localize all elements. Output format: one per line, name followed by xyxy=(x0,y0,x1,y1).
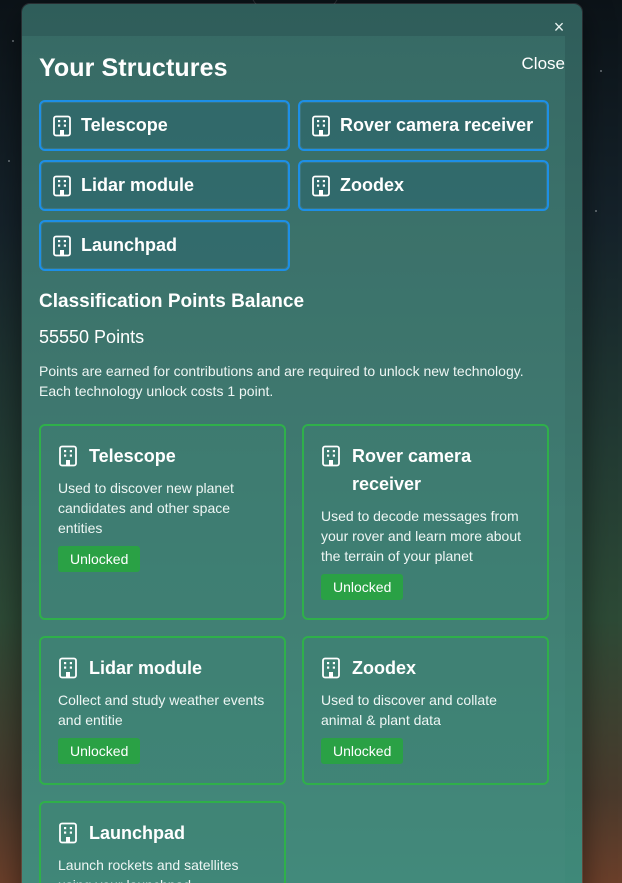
building-icon xyxy=(52,175,72,197)
unlocked-badge: Unlocked xyxy=(321,574,404,600)
building-icon xyxy=(58,445,78,467)
building-icon xyxy=(311,115,331,137)
tech-description: Used to discover new planet candidates a… xyxy=(58,480,234,536)
tech-card-rover-camera-receiver: Rover camera receiver Used to decode mes… xyxy=(302,424,549,620)
tech-description: Collect and study weather events and ent… xyxy=(58,692,265,728)
building-icon xyxy=(58,822,78,844)
tech-description: Launch rockets and satellites using your… xyxy=(58,857,239,883)
background-star xyxy=(12,40,14,42)
structure-button-lidar-module[interactable]: Lidar module xyxy=(39,160,290,211)
tech-card-launchpad: Launchpad Launch rockets and satellites … xyxy=(39,801,286,883)
tech-description: Used to decode messages from your rover … xyxy=(321,508,521,564)
tech-card-header: Lidar module xyxy=(58,654,267,682)
tech-description: Used to discover and collate animal & pl… xyxy=(321,692,497,728)
building-icon xyxy=(311,175,331,197)
background-star xyxy=(8,160,10,162)
building-icon xyxy=(52,115,72,137)
structures-list: Telescope Rover camera receiver Lidar mo… xyxy=(39,100,549,271)
tech-card-header: Zoodex xyxy=(321,654,530,682)
technology-list: Telescope Used to discover new planet ca… xyxy=(39,424,549,883)
structure-button-rover-camera-receiver[interactable]: Rover camera receiver xyxy=(298,100,549,151)
tech-card-header: Launchpad xyxy=(58,819,267,847)
balance-title: Classification Points Balance xyxy=(39,291,305,312)
close-button[interactable]: Close xyxy=(522,54,565,74)
close-icon[interactable]: × xyxy=(550,18,568,36)
tech-name: Lidar module xyxy=(89,658,203,678)
modal-panel: Your Structures Close Telescope Rover ca… xyxy=(22,36,565,883)
structure-label: Rover camera receiver xyxy=(340,115,534,135)
unlocked-badge: Unlocked xyxy=(58,738,141,764)
structure-button-telescope[interactable]: Telescope xyxy=(39,100,290,151)
page-title: Your Structures xyxy=(39,54,228,82)
structure-label: Telescope xyxy=(81,115,168,135)
balance-description: Points are earned for contributions and … xyxy=(39,363,524,399)
building-icon xyxy=(321,657,341,679)
structure-label: Launchpad xyxy=(81,235,178,255)
tech-card-header: Telescope xyxy=(58,442,267,470)
background-star xyxy=(600,70,602,72)
unlocked-badge: Unlocked xyxy=(58,546,141,572)
building-icon xyxy=(52,235,72,257)
structure-label: Zoodex xyxy=(340,175,405,195)
building-icon xyxy=(321,445,341,467)
points-balance: 55550 Points xyxy=(39,327,145,347)
building-icon xyxy=(58,657,78,679)
structures-modal: × Your Structures Close Telescope Rover … xyxy=(22,4,582,883)
tech-card-lidar-module: Lidar module Collect and study weather e… xyxy=(39,636,286,785)
modal-content: Your Structures Close Telescope Rover ca… xyxy=(39,36,565,883)
tech-name: Rover camera receiver xyxy=(352,446,472,494)
structure-button-zoodex[interactable]: Zoodex xyxy=(298,160,549,211)
modal-header: Your Structures Close xyxy=(39,36,565,100)
tech-card-telescope: Telescope Used to discover new planet ca… xyxy=(39,424,286,620)
tech-name: Telescope xyxy=(89,446,176,466)
tech-card-header: Rover camera receiver xyxy=(321,442,530,498)
tech-card-zoodex: Zoodex Used to discover and collate anim… xyxy=(302,636,549,785)
structure-label: Lidar module xyxy=(81,175,195,195)
structure-button-launchpad[interactable]: Launchpad xyxy=(39,220,290,271)
tech-name: Zoodex xyxy=(352,658,417,678)
background-star xyxy=(595,210,597,212)
unlocked-badge: Unlocked xyxy=(321,738,404,764)
tech-name: Launchpad xyxy=(89,823,186,843)
